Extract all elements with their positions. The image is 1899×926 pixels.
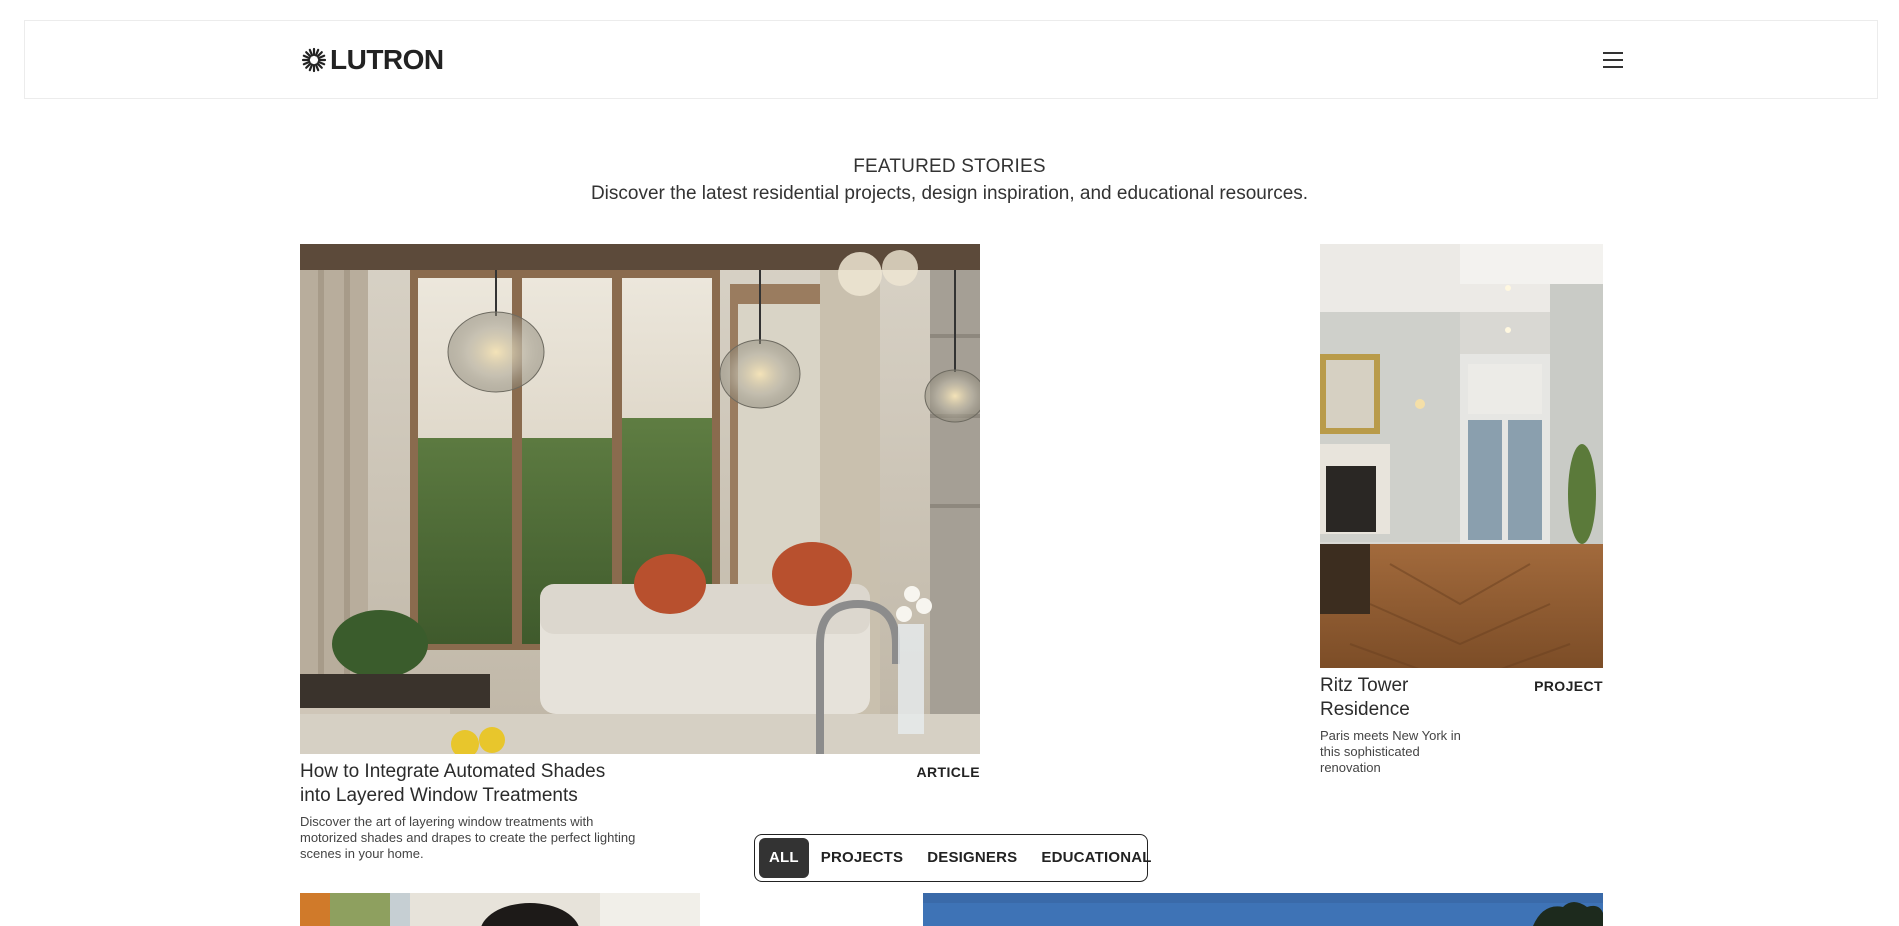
card-title-line: into Layered Window Treatments <box>300 785 578 806</box>
brand-name: LUTRON <box>330 44 444 75</box>
card-title-line: How to Integrate Automated Shades <box>300 761 606 782</box>
story-card-project[interactable]: Ritz Tower Residence Paris meets New Yor… <box>1320 244 1603 784</box>
section-title: FEATURED STORIES <box>853 156 1046 177</box>
card-type-badge: PROJECT <box>1534 678 1603 694</box>
card-description: Paris meets New York in this sophisticat… <box>1320 728 1500 776</box>
card-title-line: Ritz Tower <box>1320 675 1409 696</box>
site-header: LUTRON <box>24 20 1878 99</box>
card-title[interactable]: How to Integrate Automated Shades into L… <box>300 760 660 808</box>
card-desc-line: this sophisticated <box>1320 744 1420 759</box>
hamburger-menu-icon[interactable] <box>1600 47 1626 73</box>
next-story-photo-left[interactable] <box>300 893 700 926</box>
filter-all[interactable]: ALL <box>759 838 809 878</box>
story-card-article[interactable]: How to Integrate Automated Shades into L… <box>300 244 980 864</box>
featured-stories-intro: FEATURED STORIES Discover the latest res… <box>0 156 1899 206</box>
filter-educational[interactable]: EDUCATIONAL <box>1029 838 1163 878</box>
lutron-logo[interactable]: LUTRON <box>301 44 444 75</box>
story-filter-bar: ALL PROJECTS DESIGNERS EDUCATIONAL <box>754 834 1151 882</box>
section-subtitle: Discover the latest residential projects… <box>590 183 1309 204</box>
kitchen-living-room-photo[interactable] <box>300 244 980 754</box>
card-desc-line: Paris meets New York in <box>1320 728 1461 743</box>
filter-designers[interactable]: DESIGNERS <box>915 838 1029 878</box>
card-description: Discover the art of layering window trea… <box>300 814 660 862</box>
card-title-line: Residence <box>1320 699 1410 720</box>
card-title[interactable]: Ritz Tower Residence <box>1320 674 1500 722</box>
card-desc-line: motorized shades and drapes to create th… <box>300 830 636 845</box>
card-type-badge: ARTICLE <box>916 764 980 780</box>
residence-hallway-photo[interactable] <box>1320 244 1603 668</box>
next-story-photo-right[interactable] <box>923 893 1603 926</box>
lutron-sunburst-icon <box>301 47 327 73</box>
filter-projects[interactable]: PROJECTS <box>809 838 915 878</box>
card-desc-line: renovation <box>1320 760 1381 775</box>
card-desc-line: scenes in your home. <box>300 846 424 861</box>
card-desc-line: Discover the art of layering window trea… <box>300 814 594 829</box>
